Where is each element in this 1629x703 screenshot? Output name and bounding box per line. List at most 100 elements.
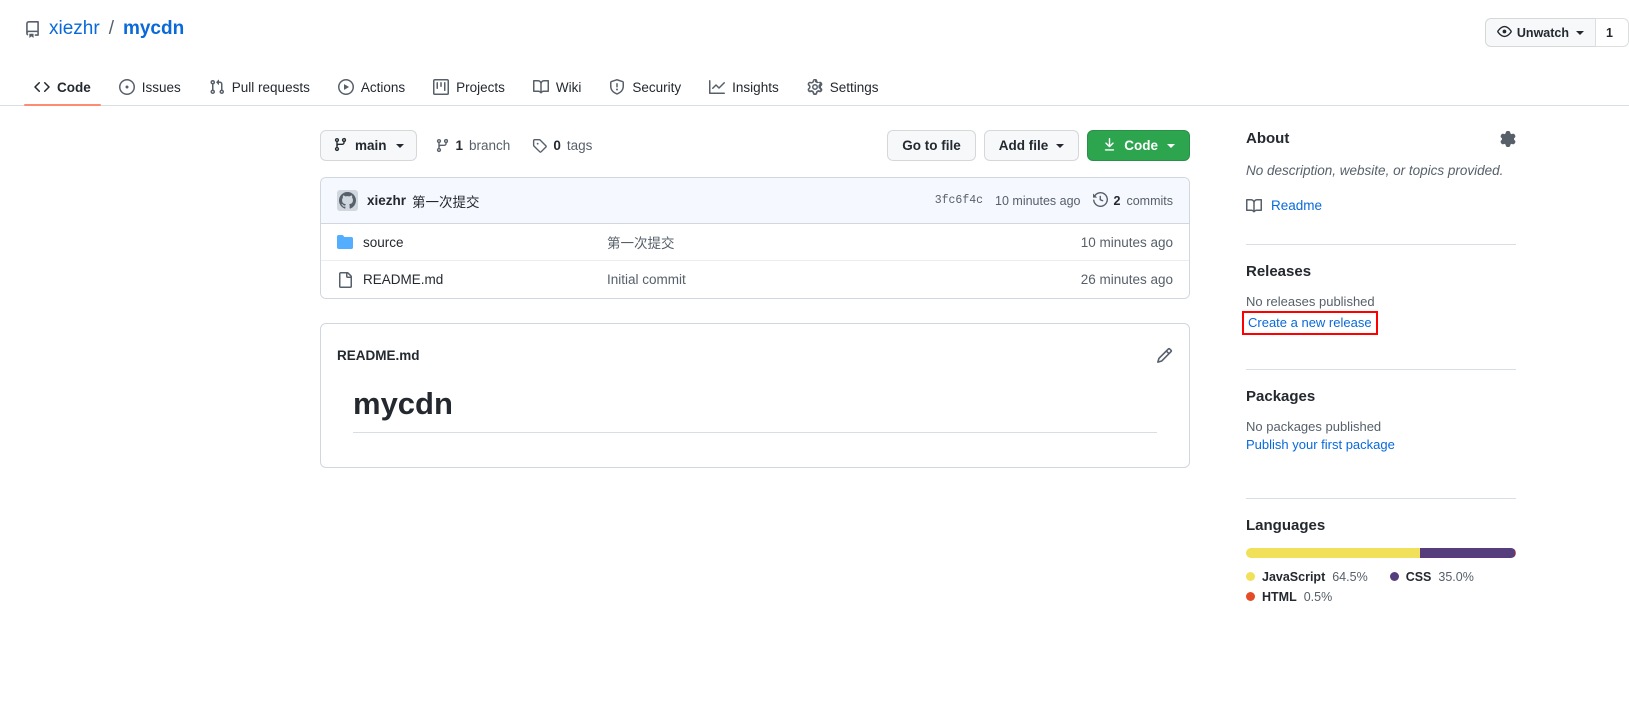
main-column: main 1 branch 0 tags Go to file Add file…: [320, 130, 1190, 468]
file-listing: xiezhr 第一次提交 3fc6f4c 10 minutes ago 2 co…: [320, 177, 1190, 299]
languages-header: Languages: [1246, 517, 1516, 534]
languages-title: Languages: [1246, 516, 1326, 534]
create-release-link[interactable]: Create a new release: [1248, 315, 1372, 330]
readme-link[interactable]: Readme: [1246, 198, 1516, 214]
file-commit-message: Initial commit: [607, 272, 1081, 287]
language-legend-item[interactable]: HTML 0.5%: [1246, 590, 1332, 604]
language-bar: [1246, 547, 1516, 558]
tab-insights[interactable]: Insights: [699, 79, 789, 105]
table-row[interactable]: source 第一次提交 10 minutes ago: [321, 224, 1189, 261]
branches-count-value: 1: [455, 138, 464, 153]
chevron-down-icon: [1167, 143, 1175, 148]
git-branch-icon: [333, 137, 348, 155]
watch-count[interactable]: 1: [1595, 18, 1629, 47]
tab-insights-label: Insights: [732, 79, 779, 95]
language-percent: 35.0%: [1438, 569, 1474, 584]
chevron-down-icon: [395, 143, 404, 148]
branch-selector[interactable]: main: [320, 130, 417, 161]
play-icon: [337, 79, 354, 95]
about-title: About: [1246, 130, 1290, 147]
tab-projects[interactable]: Projects: [423, 79, 515, 105]
chevron-down-icon: [1576, 30, 1584, 35]
gear-icon: [807, 79, 823, 95]
file-icon: [337, 271, 353, 288]
tab-pull-requests[interactable]: Pull requests: [199, 79, 320, 105]
graph-icon: [709, 79, 726, 95]
packages-section: Packages No packages published Publish y…: [1246, 388, 1516, 470]
file-name-link[interactable]: README.md: [363, 272, 443, 287]
file-commit-time: 26 minutes ago: [1080, 272, 1173, 287]
repo-icon: [24, 20, 41, 38]
pencil-icon[interactable]: [1156, 347, 1173, 364]
language-bar-segment: [1246, 547, 1421, 558]
commit-meta: 3fc6f4c 10 minutes ago 2 commits: [935, 191, 1173, 210]
tags-count[interactable]: 0 tags: [532, 138, 592, 153]
tab-code-label: Code: [57, 79, 91, 95]
eye-icon: [1497, 24, 1512, 42]
tab-actions[interactable]: Actions: [328, 79, 415, 105]
project-icon: [433, 79, 450, 95]
sidebar: About No description, website, or topics…: [1242, 130, 1516, 620]
file-commit-message-link[interactable]: Initial commit: [607, 272, 686, 287]
add-file-button[interactable]: Add file: [983, 130, 1080, 161]
commit-time: 10 minutes ago: [995, 193, 1081, 208]
branches-count-label: branch: [469, 138, 511, 153]
language-bar-segment: [1420, 547, 1515, 558]
page-body: main 1 branch 0 tags Go to file Add file…: [0, 106, 1629, 620]
gear-icon[interactable]: [1500, 130, 1516, 147]
tab-wiki[interactable]: Wiki: [523, 79, 592, 105]
language-legend-item[interactable]: CSS 35.0%: [1389, 569, 1474, 584]
commits-count[interactable]: 2 commits: [1092, 191, 1173, 210]
about-header: About: [1246, 130, 1516, 147]
code-button-label: Code: [1124, 138, 1158, 153]
issue-opened-icon: [118, 79, 135, 95]
readme-heading: mycdn: [353, 386, 1157, 433]
commit-message[interactable]: 第一次提交: [412, 191, 480, 211]
language-legend: JavaScript 64.5% CSS 35.0% HTML 0.5%: [1246, 570, 1516, 604]
branches-count[interactable]: 1 branch: [435, 138, 511, 153]
readme-header: README.md: [321, 324, 1189, 370]
branch-meta: 1 branch 0 tags: [435, 138, 592, 153]
tab-settings[interactable]: Settings: [797, 79, 889, 105]
history-icon: [1092, 191, 1108, 210]
tab-security[interactable]: Security: [599, 79, 691, 105]
language-color-dot: [1389, 572, 1399, 582]
chevron-down-icon: [1056, 143, 1065, 148]
code-button[interactable]: Code: [1087, 130, 1190, 161]
releases-header: Releases: [1246, 263, 1516, 280]
tab-code[interactable]: Code: [24, 79, 101, 106]
file-name-link[interactable]: source: [363, 235, 404, 250]
latest-commit-bar: xiezhr 第一次提交 3fc6f4c 10 minutes ago 2 co…: [321, 178, 1189, 224]
releases-title: Releases: [1246, 262, 1312, 280]
readme-content: mycdn: [321, 370, 1189, 467]
divider: [1246, 497, 1516, 499]
language-legend-item[interactable]: JavaScript 64.5%: [1246, 570, 1368, 584]
about-section: About No description, website, or topics…: [1246, 130, 1516, 240]
repo-name-link[interactable]: mycdn: [123, 18, 184, 40]
commit-author[interactable]: xiezhr: [367, 193, 406, 208]
file-commit-message-link[interactable]: 第一次提交: [607, 236, 675, 251]
language-name: JavaScript: [1262, 569, 1326, 584]
folder-icon: [337, 234, 353, 250]
unwatch-button[interactable]: Unwatch: [1484, 18, 1595, 47]
go-to-file-button[interactable]: Go to file: [887, 130, 976, 161]
language-name: HTML: [1262, 589, 1297, 604]
language-color-dot: [1246, 592, 1255, 602]
file-name-cell: README.md: [337, 271, 607, 288]
commits-count-value: 2: [1113, 193, 1121, 208]
publish-package-link[interactable]: Publish your first package: [1246, 437, 1395, 452]
tab-issues[interactable]: Issues: [109, 79, 191, 105]
tab-actions-label: Actions: [360, 79, 406, 95]
shield-icon: [609, 79, 625, 95]
about-description: No description, website, or topics provi…: [1246, 163, 1504, 178]
tab-security-label: Security: [632, 79, 682, 95]
download-icon: [1102, 137, 1117, 155]
breadcrumb: xiezhr / mycdn: [24, 18, 1605, 40]
file-commit-message: 第一次提交: [607, 232, 1081, 252]
unwatch-label: Unwatch: [1516, 25, 1569, 40]
table-row[interactable]: README.md Initial commit 26 minutes ago: [321, 261, 1189, 298]
repo-owner-link[interactable]: xiezhr: [49, 18, 100, 40]
commit-sha[interactable]: 3fc6f4c: [935, 194, 983, 207]
tab-wiki-label: Wiki: [555, 79, 582, 95]
language-color-dot: [1246, 572, 1255, 582]
